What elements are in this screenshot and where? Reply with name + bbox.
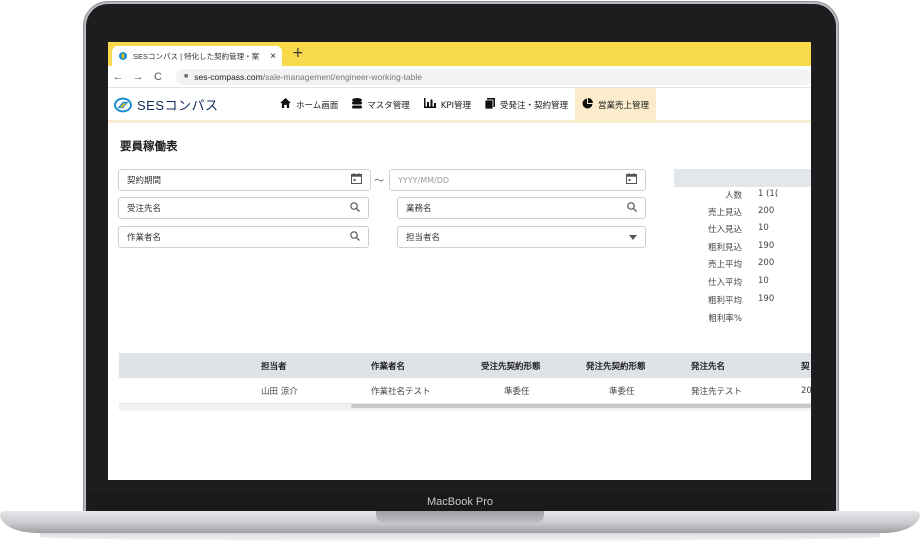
person-in-charge-label: 担当者名 bbox=[406, 233, 441, 243]
home-icon bbox=[280, 98, 291, 111]
pie-chart-icon bbox=[582, 97, 593, 112]
summary-value: 190 bbox=[758, 241, 775, 251]
lock-icon: ■ bbox=[184, 73, 189, 80]
summary-header bbox=[674, 169, 811, 187]
summary-key: 売上見込 bbox=[707, 208, 742, 218]
menu-item-label: 営業売上管理 bbox=[598, 100, 650, 111]
menu-item-master[interactable]: マスタ管理 bbox=[345, 88, 417, 122]
compass-logo-icon bbox=[114, 97, 132, 112]
summary-key: 粗利率% bbox=[708, 314, 742, 324]
menu-item-sales[interactable]: 営業売上管理 bbox=[575, 87, 657, 122]
summary-key: 仕入見込 bbox=[707, 225, 742, 235]
menu-item-label: KPI管理 bbox=[440, 100, 471, 111]
business-name-field[interactable]: 業務名 bbox=[397, 197, 646, 219]
column-header[interactable]: 受注先契約形態 bbox=[481, 360, 541, 372]
person-in-charge-select[interactable]: 担当者名 bbox=[397, 226, 646, 248]
search-icon[interactable] bbox=[350, 201, 360, 215]
chevron-down-icon[interactable] bbox=[629, 232, 637, 243]
summary-value: 10 bbox=[758, 276, 769, 286]
table-cell: 準委任 bbox=[504, 386, 530, 397]
summary-key: 仕入平均 bbox=[707, 278, 742, 288]
database-icon bbox=[352, 97, 363, 112]
table-cell: 準委任 bbox=[609, 386, 635, 397]
url-field[interactable]: ■ ses-compass.com /sale-management/engin… bbox=[176, 68, 811, 85]
bar-chart-icon bbox=[423, 98, 436, 111]
summary-row: 売上平均 200 bbox=[674, 258, 811, 275]
device-label: MacBook Pro bbox=[426, 496, 494, 508]
contract-period-label: 契約期間 bbox=[127, 176, 162, 186]
table-cell: 発注先テスト bbox=[691, 386, 743, 397]
back-icon[interactable]: ← bbox=[108, 71, 128, 83]
contract-period-end-field[interactable]: YYYY/MM/DD bbox=[389, 169, 646, 191]
summary-value: 10 bbox=[758, 223, 769, 233]
url-path: /sale-management/engineer-working-table bbox=[262, 71, 422, 82]
summary-row: 粗利率% bbox=[674, 312, 811, 329]
laptop-screen: SESコンパス | 特化した契約管理・案 × + ← → C ■ ses-com… bbox=[108, 42, 811, 480]
app-header: SESコンパス ホーム画面 マスタ管理 KPI管理 受発注・契約管理 営業売上管… bbox=[108, 87, 811, 123]
browser-tab-title: SESコンパス | 特化した契約管理・案 bbox=[133, 51, 260, 61]
summary-row: 売上見込 200 bbox=[674, 206, 811, 223]
table-cell: 20 bbox=[801, 385, 811, 396]
laptop-foot bbox=[40, 533, 880, 541]
search-icon[interactable] bbox=[627, 201, 637, 215]
document-icon bbox=[484, 97, 495, 112]
summary-value: 200 bbox=[758, 206, 775, 216]
worker-name-field[interactable]: 作業者名 bbox=[118, 226, 369, 248]
table-cell: 作業社名テスト bbox=[371, 386, 431, 397]
url-host: ses-compass.com bbox=[194, 71, 263, 82]
calendar-icon[interactable] bbox=[626, 173, 637, 187]
menu-item-label: 受発注・契約管理 bbox=[499, 100, 568, 111]
menu-item-label: マスタ管理 bbox=[367, 100, 410, 111]
summary-row: 仕入見込 10 bbox=[674, 223, 811, 240]
summary-value: 1 (1( bbox=[758, 189, 779, 199]
summary-value: 200 bbox=[758, 258, 775, 268]
main-menu: ホーム画面 マスタ管理 KPI管理 受発注・契約管理 営業売上管理 bbox=[273, 87, 657, 122]
app-logo[interactable]: SESコンパス bbox=[114, 95, 264, 114]
summary-row: 人数 1 (1( bbox=[674, 189, 811, 206]
site-favicon-icon bbox=[119, 52, 127, 60]
table-header: 担当者 作業者名 受注先契約形態 発注先契約形態 発注先名 契 bbox=[119, 353, 811, 378]
contract-period-start-field[interactable]: 契約期間 bbox=[118, 169, 371, 191]
summary-row: 粗利平均 190 bbox=[674, 294, 811, 311]
browser-tab[interactable]: SESコンパス | 特化した契約管理・案 × bbox=[112, 46, 282, 66]
client-name-field[interactable]: 受注先名 bbox=[118, 197, 369, 219]
table-shadow bbox=[119, 408, 811, 412]
logo-text: SESコンパス bbox=[137, 98, 219, 113]
laptop-notch bbox=[376, 511, 544, 524]
page-title: 要員稼働表 bbox=[120, 139, 178, 153]
address-bar: ← → C ■ ses-compass.com /sale-management… bbox=[108, 66, 811, 88]
menu-item-home[interactable]: ホーム画面 bbox=[273, 88, 345, 122]
summary-row: 仕入平均 10 bbox=[674, 276, 811, 293]
reload-icon[interactable]: C bbox=[148, 71, 168, 83]
new-tab-button[interactable]: + bbox=[292, 45, 304, 61]
table-cell: 山田 涼介 bbox=[261, 386, 298, 397]
column-header[interactable]: 担当者 bbox=[261, 360, 287, 372]
menu-item-label: ホーム画面 bbox=[296, 100, 339, 111]
business-name-label: 業務名 bbox=[406, 204, 432, 214]
summary-value: 190 bbox=[758, 294, 775, 304]
column-header[interactable]: 契 bbox=[801, 360, 810, 372]
client-name-label: 受注先名 bbox=[127, 204, 162, 214]
menu-item-orders-contracts[interactable]: 受発注・契約管理 bbox=[478, 88, 575, 122]
summary-key: 人数 bbox=[724, 191, 742, 201]
summary-key: 粗利平均 bbox=[707, 296, 742, 306]
summary-key: 売上平均 bbox=[707, 260, 742, 270]
calendar-icon[interactable] bbox=[351, 173, 362, 187]
summary-row: 粗利見込 190 bbox=[674, 241, 811, 258]
column-header[interactable]: 発注先契約形態 bbox=[586, 360, 646, 372]
menu-item-kpi[interactable]: KPI管理 bbox=[417, 88, 478, 122]
summary-key: 粗利見込 bbox=[707, 243, 742, 253]
column-header[interactable]: 作業者名 bbox=[371, 360, 405, 372]
table-row[interactable]: 山田 涼介 作業社名テスト 準委任 準委任 発注先テスト 20 bbox=[119, 378, 811, 404]
browser-tab-bar: SESコンパス | 特化した契約管理・案 × + bbox=[108, 42, 811, 66]
date-placeholder: YYYY/MM/DD bbox=[398, 175, 450, 185]
forward-icon[interactable]: → bbox=[128, 71, 148, 83]
date-separator: ～ bbox=[374, 176, 384, 187]
stage: SESコンパス | 特化した契約管理・案 × + ← → C ■ ses-com… bbox=[0, 0, 920, 552]
close-tab-icon[interactable]: × bbox=[270, 51, 276, 62]
column-header[interactable]: 発注先名 bbox=[691, 360, 725, 372]
search-icon[interactable] bbox=[350, 230, 360, 244]
worker-name-label: 作業者名 bbox=[127, 233, 162, 243]
